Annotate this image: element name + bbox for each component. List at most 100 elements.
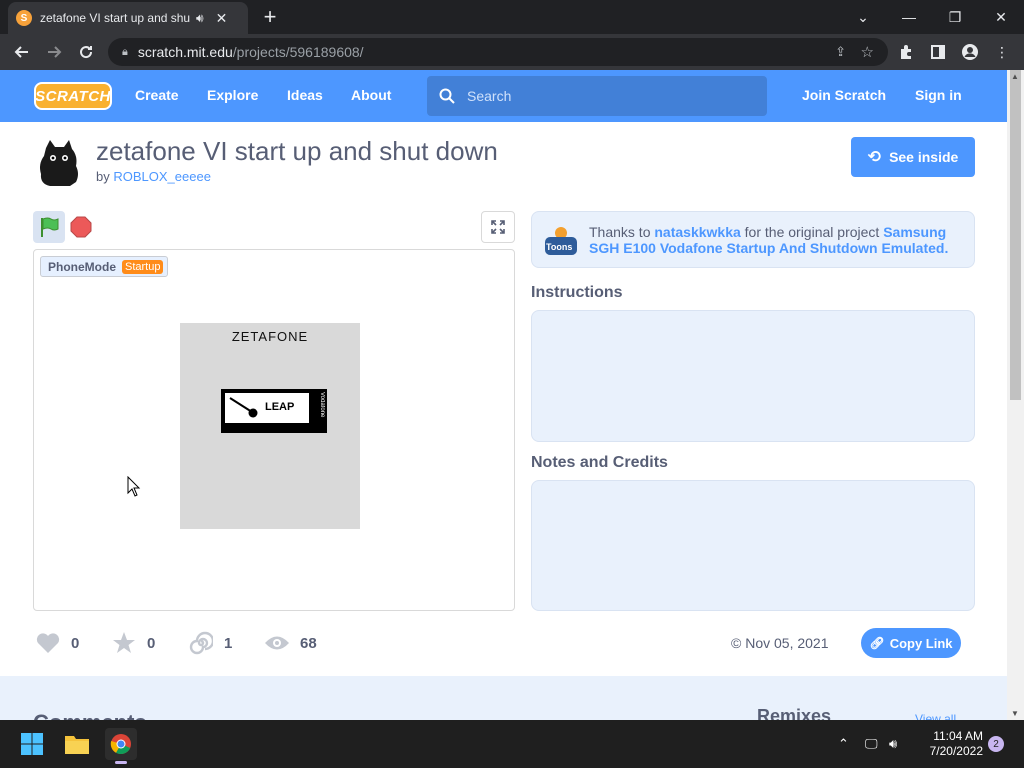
chrome-taskbar-button[interactable] — [105, 728, 137, 764]
leap-logo-panel: LEAP — [225, 393, 309, 423]
scratch-logo[interactable]: SCRATCH — [34, 82, 112, 110]
notes-box — [531, 480, 975, 611]
browser-tab-strip: S zetafone VI start up and shut down 🔊︎ … — [0, 0, 1024, 34]
copy-link-button[interactable]: 🔗︎ Copy Link — [861, 628, 961, 658]
back-arrow-icon — [14, 46, 28, 58]
notification-badge[interactable]: 2 — [988, 736, 1004, 752]
address-bar[interactable]: 🔒︎ scratch.mit.edu/projects/596189608/ ⇪… — [108, 38, 888, 66]
mouse-pointer-icon — [127, 476, 141, 497]
green-flag-icon — [41, 217, 59, 237]
clock-date: 7/20/2022 — [929, 744, 983, 758]
window-restore-button[interactable]: ❐ — [932, 0, 978, 34]
extensions-icon[interactable] — [896, 42, 916, 62]
page-scrollbar[interactable]: ▲ ▼ — [1007, 70, 1024, 720]
see-inside-button[interactable]: ⟲ See inside — [851, 137, 975, 177]
leap-swoosh-icon — [229, 397, 258, 418]
window-close-button[interactable]: ✕ — [978, 0, 1024, 34]
by-label: by — [96, 169, 110, 184]
remix-count: 1 — [224, 634, 233, 652]
credit-prefix: Thanks to — [589, 224, 651, 240]
views-stat: 68 — [264, 630, 317, 656]
tray-overflow-icon[interactable]: ⌃ — [838, 736, 849, 752]
phone-brand-text: ZETAFONE — [231, 329, 309, 344]
project-byline: by ROBLOX_eeeee — [96, 169, 211, 184]
author-avatar[interactable] — [36, 138, 82, 188]
share-date: © Nov 05, 2021 — [731, 635, 829, 651]
notes-heading: Notes and Credits — [531, 454, 668, 471]
clock-time: 11:04 AM — [933, 729, 983, 743]
remix-arrows-icon: ⟲ — [867, 149, 882, 166]
forward-button[interactable] — [42, 40, 66, 64]
leap-logo-word: LEAP — [265, 401, 295, 413]
new-tab-button[interactable]: + — [260, 4, 280, 30]
remix-stat: 1 — [188, 630, 232, 656]
share-icon[interactable]: ⇪ — [835, 44, 846, 60]
credit-middle: for the original project — [744, 224, 880, 240]
file-explorer-button[interactable] — [61, 728, 93, 760]
toons-badge-icon — [545, 227, 577, 255]
favorite-count: 0 — [147, 634, 156, 652]
search-box[interactable] — [427, 76, 767, 116]
remix-spiral-icon — [188, 630, 214, 656]
scroll-up-arrow-icon[interactable]: ▲ — [1011, 72, 1019, 81]
favorite-stat[interactable]: 0 — [111, 630, 155, 656]
instructions-box — [531, 310, 975, 442]
leap-logo: LEAP Vodafone — [221, 389, 327, 433]
sign-in-link[interactable]: Sign in — [915, 87, 962, 103]
nav-about[interactable]: About — [351, 87, 391, 103]
nav-ideas[interactable]: Ideas — [287, 87, 323, 103]
browser-menu-icon[interactable]: ⋮ — [992, 42, 1012, 62]
chrome-icon — [110, 734, 131, 755]
reload-button[interactable] — [74, 40, 98, 64]
monitor-value: Startup — [122, 259, 164, 274]
scrollbar-thumb[interactable] — [1010, 70, 1021, 400]
author-link[interactable]: ROBLOX_eeeee — [113, 169, 211, 184]
love-stat[interactable]: 0 — [35, 630, 79, 656]
url-host: scratch.mit.edu — [137, 44, 233, 60]
link-icon: 🔗︎ — [869, 636, 885, 650]
credit-text: Thanks to nataskkwkka for the original p… — [589, 224, 969, 256]
phone-screen-sprite: ZETAFONE LEAP Vodafone — [180, 323, 360, 529]
views-count: 68 — [300, 634, 317, 652]
profile-icon[interactable] — [960, 42, 980, 62]
taskbar-clock[interactable]: 11:04 AM 7/20/2022 — [913, 729, 983, 759]
back-button[interactable] — [10, 40, 34, 64]
windows-logo-icon — [21, 733, 43, 755]
star-icon — [111, 630, 137, 656]
window-minimize-button[interactable]: — — [886, 0, 932, 34]
variable-monitor: PhoneMode Startup — [40, 256, 169, 277]
heart-icon — [35, 630, 61, 656]
side-panel-icon[interactable] — [928, 42, 948, 62]
tab-title: zetafone VI start up and shut down — [40, 11, 190, 25]
os-taskbar: ⌃ 🖵︎ 🔊︎ 11:04 AM 7/20/2022 2 — [0, 720, 1024, 768]
remix-credit-box: Toons Thanks to nataskkwkka for the orig… — [531, 211, 975, 268]
green-flag-button[interactable] — [33, 211, 65, 243]
url-path: /projects/596189608/ — [232, 44, 364, 60]
start-button[interactable] — [16, 728, 48, 760]
browser-toolbar: 🔒︎ scratch.mit.edu/projects/596189608/ ⇪… — [0, 34, 1024, 70]
search-input[interactable] — [467, 88, 747, 104]
eye-icon — [264, 630, 290, 656]
nav-explore[interactable]: Explore — [207, 87, 258, 103]
love-count: 0 — [71, 634, 80, 652]
bookmark-star-icon[interactable]: ☆ — [861, 43, 874, 61]
project-stage[interactable]: PhoneMode Startup ZETAFONE LEAP Vodafone — [33, 249, 515, 611]
audio-playing-icon[interactable]: 🔊︎ — [196, 11, 204, 26]
stop-button[interactable] — [70, 216, 92, 238]
volume-icon[interactable]: 🔊︎ — [889, 736, 897, 752]
search-icon — [439, 88, 455, 104]
join-scratch-link[interactable]: Join Scratch — [802, 87, 886, 103]
toons-badge-text: Toons — [546, 242, 573, 252]
scratch-navbar: SCRATCH Create Explore Ideas About Join … — [0, 70, 1007, 122]
credit-user-link[interactable]: nataskkwkka — [654, 224, 740, 240]
monitor-label: PhoneMode — [48, 259, 116, 274]
tab-search-button[interactable]: ⌄ — [840, 0, 886, 34]
leap-logo-side-text: Vodafone — [319, 392, 325, 418]
scroll-down-arrow-icon[interactable]: ▼ — [1011, 709, 1019, 718]
fullscreen-button[interactable] — [481, 211, 515, 243]
network-icon[interactable]: 🖵︎ — [865, 736, 878, 752]
forward-arrow-icon — [48, 46, 62, 58]
nav-create[interactable]: Create — [135, 87, 179, 103]
browser-tab[interactable]: S zetafone VI start up and shut down 🔊︎ … — [8, 2, 248, 34]
tab-close-icon[interactable]: ✕ — [216, 10, 228, 27]
